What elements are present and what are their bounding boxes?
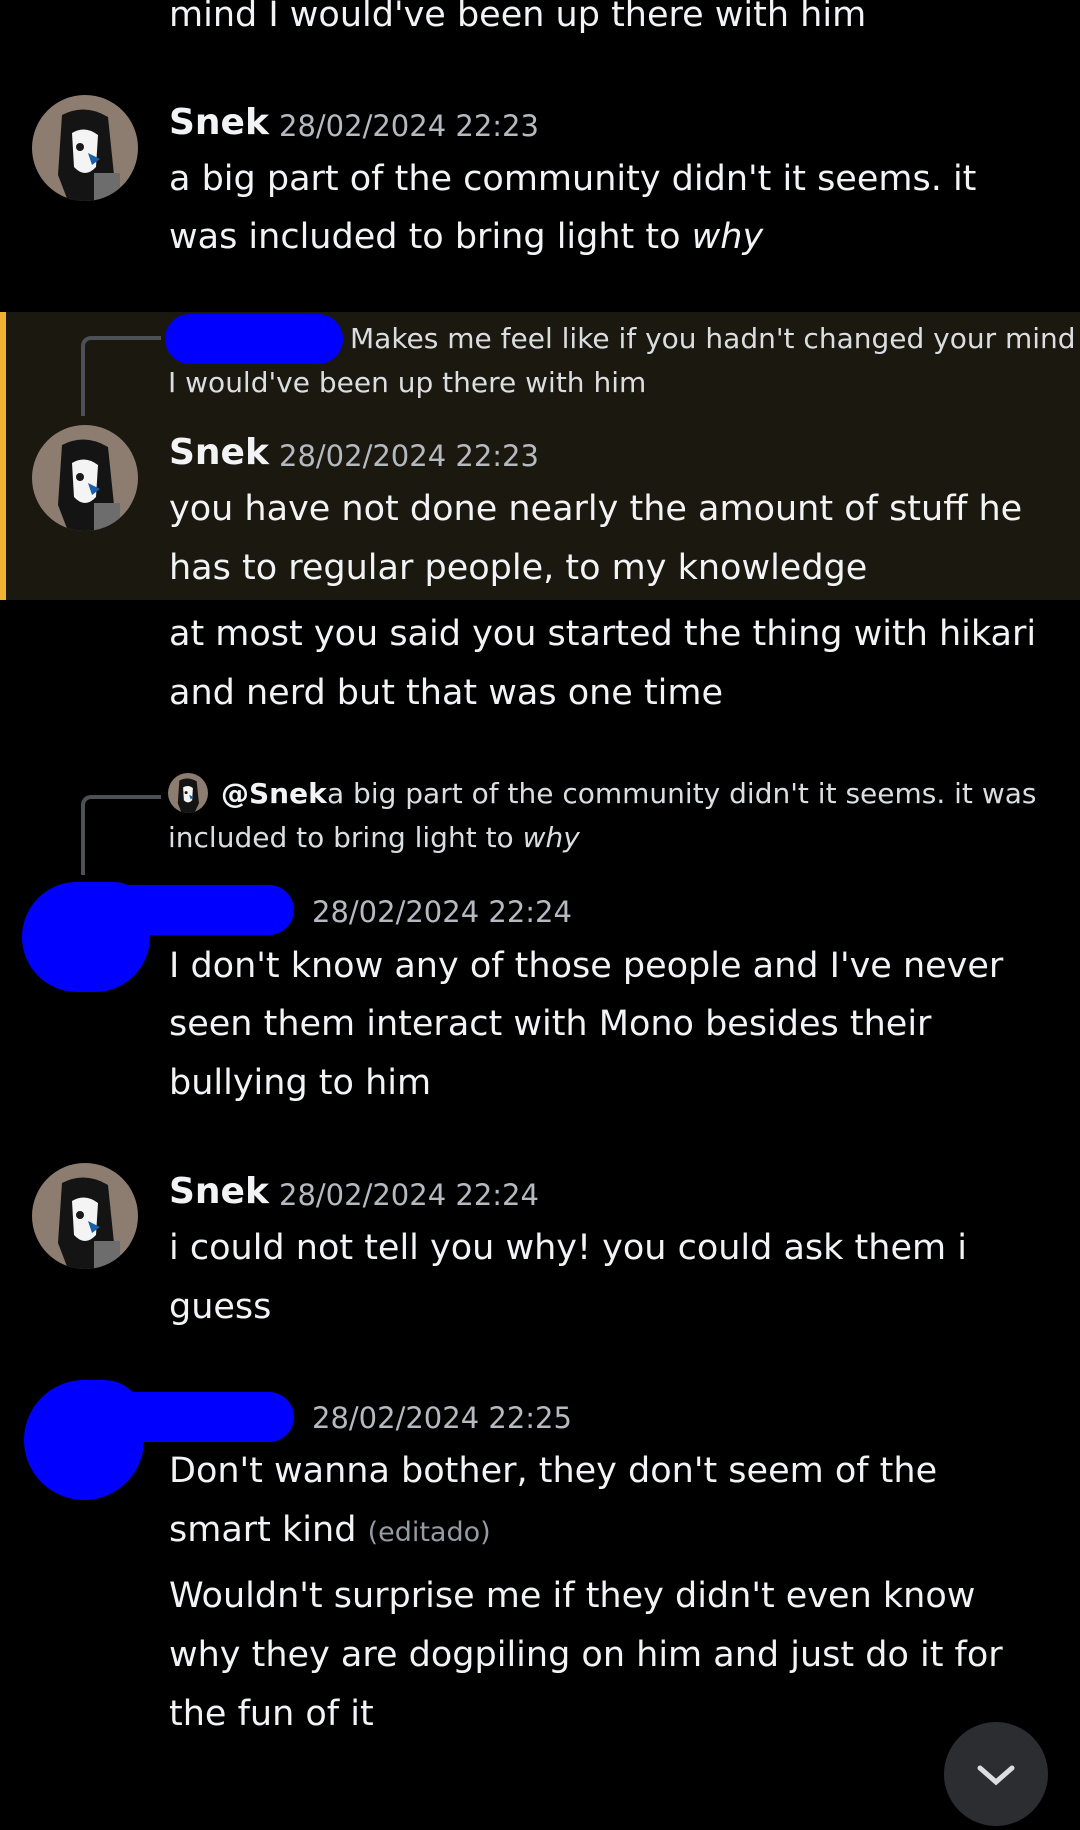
reply-preview-text[interactable]: I would've been up there with him xyxy=(168,361,646,405)
message-text: was included to bring light to why xyxy=(169,208,763,267)
message-text: guess xyxy=(169,1287,272,1327)
reply-preview-text[interactable]: Makes me feel like if you hadn't changed… xyxy=(350,317,1076,361)
chevron-down-icon xyxy=(977,1765,1015,1786)
snek-avatar-icon xyxy=(168,773,208,813)
message-text-emphasis: why xyxy=(691,217,764,257)
message-text-part: was included to bring light to xyxy=(169,217,692,257)
message-timestamp: 28/02/2024 22:24 xyxy=(279,1178,539,1212)
reply-preview-text[interactable]: included to bring light to why xyxy=(168,816,580,860)
reply-preview-text[interactable]: a big part of the community didn't it se… xyxy=(327,772,1036,816)
reply-connector xyxy=(81,336,161,416)
user-avatar[interactable] xyxy=(32,95,138,201)
snek-avatar-icon xyxy=(32,425,138,531)
redacted-author-name xyxy=(100,885,294,935)
message-text: has to regular people, to my knowledge xyxy=(169,548,868,588)
message-timestamp: 28/02/2024 22:23 xyxy=(279,439,539,473)
message-timestamp: 28/02/2024 22:23 xyxy=(279,109,539,143)
snek-avatar-icon xyxy=(32,1163,138,1269)
message-timestamp: 28/02/2024 22:25 xyxy=(312,1401,572,1435)
message-text: a big part of the community didn't it se… xyxy=(169,159,977,199)
author-name[interactable]: Snek xyxy=(169,433,269,473)
message-timestamp: 28/02/2024 22:24 xyxy=(312,895,572,929)
author-name[interactable]: Snek xyxy=(169,1172,269,1212)
message-text: you have not done nearly the amount of s… xyxy=(169,489,1023,529)
message-text: at most you said you started the thing w… xyxy=(169,614,1037,654)
snek-avatar-icon xyxy=(32,95,138,201)
reply-author[interactable]: @Snek xyxy=(221,772,327,816)
message-text: the fun of it xyxy=(169,1694,374,1734)
redacted-reply-author xyxy=(165,314,343,364)
message-text: smart kind (editado) xyxy=(169,1501,491,1562)
reply-avatar xyxy=(168,773,208,813)
message-text: why they are dogpiling on him and just d… xyxy=(169,1635,1003,1675)
mention-highlight-bar xyxy=(0,312,6,600)
reply-preview-part: included to bring light to xyxy=(168,821,523,854)
message-text: and nerd but that was one time xyxy=(169,673,724,713)
user-avatar[interactable] xyxy=(32,1163,138,1269)
message-text: i could not tell you why! you could ask … xyxy=(169,1228,967,1268)
reply-preview-emphasis: why xyxy=(522,821,580,854)
user-avatar[interactable] xyxy=(32,425,138,531)
edited-marker: (editado) xyxy=(367,1517,491,1548)
reply-connector xyxy=(81,795,161,875)
message-text: bullying to him xyxy=(169,1063,432,1103)
message-text: mind I would've been up there with him xyxy=(169,0,867,35)
message-text: I don't know any of those people and I'v… xyxy=(169,946,1004,986)
scroll-to-bottom-button[interactable] xyxy=(944,1722,1048,1826)
message-text: seen them interact with Mono besides the… xyxy=(169,1004,932,1044)
message-text: Don't wanna bother, they don't seem of t… xyxy=(169,1451,938,1491)
author-name[interactable]: Snek xyxy=(169,103,269,143)
message-text: Wouldn't surprise me if they didn't even… xyxy=(169,1576,976,1616)
redacted-author-name xyxy=(100,1392,294,1442)
message-text-part: smart kind xyxy=(169,1510,357,1550)
